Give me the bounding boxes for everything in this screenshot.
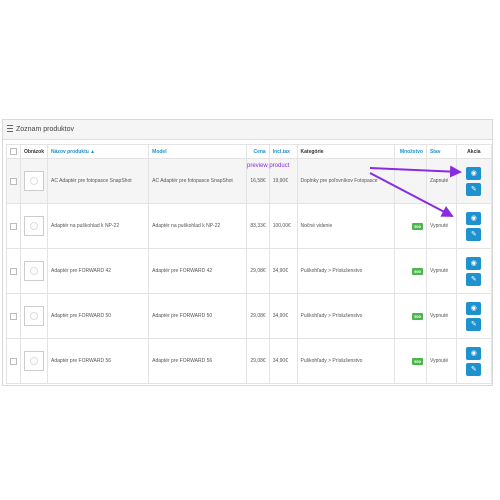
arrow-to-second-preview bbox=[369, 172, 454, 217]
annotation-arrows bbox=[369, 165, 462, 217]
arrow-to-first-preview bbox=[369, 165, 462, 178]
